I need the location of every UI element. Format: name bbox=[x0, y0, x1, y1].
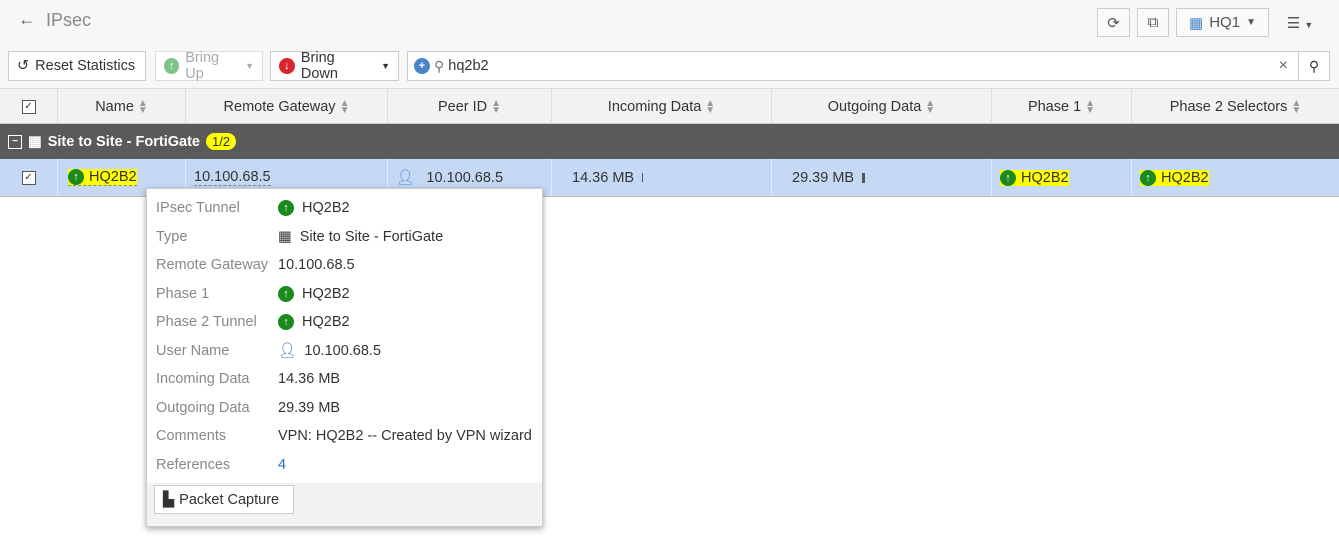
status-up-icon: ↑ bbox=[278, 285, 294, 302]
grid-icon: ▦ bbox=[28, 133, 42, 150]
add-filter-icon[interactable]: + bbox=[414, 58, 430, 74]
tooltip-row: Remote Gateway 10.100.68.5 bbox=[156, 255, 536, 275]
status-up-icon: ↑ bbox=[278, 314, 294, 330]
device-selector[interactable]: ▦ HQ1 ▼ bbox=[1176, 8, 1269, 37]
search-button[interactable]: ⚲ bbox=[1298, 52, 1329, 80]
tooltip-row: Phase 1 ↑ HQ2B2 bbox=[156, 284, 536, 304]
search-icon: ⚲ bbox=[434, 57, 445, 74]
clear-icon[interactable]: × bbox=[1269, 57, 1298, 75]
user-icon: 👤︎ bbox=[278, 343, 297, 359]
refresh-button[interactable]: ⟳ bbox=[1097, 8, 1130, 37]
reset-label: Reset Statistics bbox=[35, 58, 136, 74]
outgoing-bar bbox=[862, 172, 866, 183]
status-up-icon: ↑ bbox=[278, 200, 294, 216]
reset-statistics-button[interactable]: ↺ Reset Statistics bbox=[8, 51, 146, 81]
user-icon: 👤︎ bbox=[396, 170, 415, 186]
tooltip-row: IPsec Tunnel ↑ HQ2B2 bbox=[156, 198, 536, 218]
col-phase1[interactable]: Phase 1 ▲ ▼ bbox=[992, 89, 1132, 124]
open-external-button[interactable]: ⧉ bbox=[1137, 8, 1169, 37]
col-phase2[interactable]: Phase 2 Selectors ▲ ▼ bbox=[1132, 89, 1339, 124]
tooltip-value: 14.36 MB bbox=[278, 371, 341, 387]
refresh-icon: ⟳ bbox=[1107, 14, 1120, 32]
col-incoming[interactable]: Incoming Data ▲ ▼ bbox=[552, 89, 772, 124]
incoming-cell: 14.36 MB bbox=[552, 159, 772, 196]
search-input[interactable]: hq2b2 bbox=[448, 58, 1268, 74]
row-checkbox[interactable]: ✓ bbox=[0, 159, 58, 196]
bring-up-label: Bring Up bbox=[185, 50, 220, 82]
page-title: IPsec bbox=[46, 10, 92, 30]
tooltip-footer: ▙ Packet Capture bbox=[147, 483, 542, 526]
tooltip-value: 10.100.68.5 bbox=[304, 342, 382, 359]
tooltip-label: Outgoing Data bbox=[156, 399, 250, 416]
col-peer-id[interactable]: Peer ID ▲ ▼ bbox=[388, 89, 552, 124]
grid-icon: ▦ bbox=[278, 228, 292, 245]
tooltip-value: 29.39 MB bbox=[278, 399, 341, 416]
tooltip-label: Remote Gateway bbox=[156, 257, 269, 273]
tooltip-label: Incoming Data bbox=[156, 371, 250, 387]
select-all-checkbox[interactable]: ✓ bbox=[0, 89, 58, 124]
tooltip-value: HQ2B2 bbox=[302, 200, 350, 216]
col-outgoing[interactable]: Outgoing Data ▲ ▼ bbox=[772, 89, 992, 124]
menu-button[interactable]: ☰ ▼ bbox=[1280, 8, 1320, 37]
tooltip-label: Phase 2 Tunnel bbox=[156, 314, 257, 330]
tooltip-label: References bbox=[156, 456, 231, 473]
tooltip-label: Type bbox=[156, 228, 188, 245]
group-label: Site to Site - FortiGate bbox=[47, 133, 200, 150]
chevron-down-icon: ▼ bbox=[1246, 17, 1256, 28]
tooltip-row: Comments VPN: HQ2B2 -- Created by VPN wiz… bbox=[156, 426, 536, 446]
collapse-icon[interactable]: − bbox=[8, 134, 22, 149]
tunnel-tooltip: ▙ Packet Capture IPsec Tunnel ↑ HQ2B2 Type ▦ S… bbox=[146, 188, 543, 527]
tooltip-value: HQ2B2 bbox=[302, 285, 350, 302]
device-icon: ▦ bbox=[1189, 14, 1204, 32]
back-arrow-icon[interactable]: ← bbox=[18, 9, 36, 30]
incoming-bar bbox=[642, 173, 644, 182]
outgoing-cell: 29.39 MB bbox=[772, 159, 992, 196]
search-bar[interactable]: + ⚲ hq2b2 × ⚲ bbox=[407, 51, 1330, 81]
arrow-down-icon: ↓ bbox=[279, 58, 295, 74]
tooltip-label: IPsec Tunnel bbox=[156, 200, 240, 216]
tooltip-label: Comments bbox=[156, 428, 227, 444]
tooltip-row: User Name 👤︎ 10.100.68.5 bbox=[156, 341, 536, 361]
tooltip-label: User Name bbox=[156, 342, 230, 359]
table-header: ✓ Name ▲ ▼ Remote Gateway ▲ ▼ Peer ID ▲ ▼ Inco… bbox=[0, 88, 1339, 124]
tooltip-label: Phase 1 bbox=[156, 285, 210, 302]
tooltip-value: Site to Site - FortiGate bbox=[299, 228, 444, 245]
arrow-up-icon: ↑ bbox=[164, 58, 180, 74]
tooltip-row: Phase 2 Tunnel ↑ HQ2B2 bbox=[156, 312, 536, 332]
tooltip-value: HQ2B2 bbox=[302, 314, 350, 330]
tooltip-value[interactable]: 4 bbox=[278, 457, 286, 473]
packet-capture-icon: ▙ bbox=[163, 491, 175, 508]
hamburger-icon: ☰ ▼ bbox=[1286, 14, 1314, 32]
bring-up-button[interactable]: ↑ Bring Up ▼ bbox=[155, 50, 263, 82]
group-header[interactable]: − ▦ Site to Site - FortiGate 1/2 bbox=[0, 124, 1339, 159]
chevron-down-icon: ▼ bbox=[245, 61, 254, 71]
chevron-down-icon: ▼ bbox=[381, 61, 390, 71]
device-label: HQ1 bbox=[1209, 14, 1241, 31]
bring-down-button[interactable]: ↓ Bring Down ▼ bbox=[270, 50, 399, 82]
bring-down-label: Bring Down bbox=[300, 50, 338, 82]
phase2-cell: ↑ HQ2B2 bbox=[1132, 159, 1339, 196]
packet-capture-button[interactable]: ▙ Packet Capture bbox=[154, 485, 294, 514]
tooltip-value: 10.100.68.5 bbox=[278, 257, 355, 273]
phase1-cell: ↑ HQ2B2 bbox=[992, 159, 1132, 196]
tooltip-row: Outgoing Data 29.39 MB bbox=[156, 398, 536, 418]
status-up-icon: ↑ bbox=[1000, 169, 1016, 186]
tooltip-row: Incoming Data 14.36 MB bbox=[156, 369, 536, 389]
group-count-badge: 1/2 bbox=[205, 133, 237, 150]
col-name[interactable]: Name ▲ ▼ bbox=[58, 89, 186, 124]
tooltip-row: Type ▦ Site to Site - FortiGate bbox=[156, 227, 536, 247]
status-up-icon: ↑ bbox=[1140, 169, 1156, 186]
tooltip-value: VPN: HQ2B2 -- Created by VPN wizard bbox=[278, 428, 532, 444]
status-up-icon: ↑ bbox=[68, 169, 84, 185]
col-remote-gateway[interactable]: Remote Gateway ▲ ▼ bbox=[186, 89, 388, 124]
tooltip-row: References 4 bbox=[156, 455, 536, 475]
external-link-icon: ⧉ bbox=[1147, 14, 1159, 31]
reset-icon: ↺ bbox=[17, 58, 30, 74]
